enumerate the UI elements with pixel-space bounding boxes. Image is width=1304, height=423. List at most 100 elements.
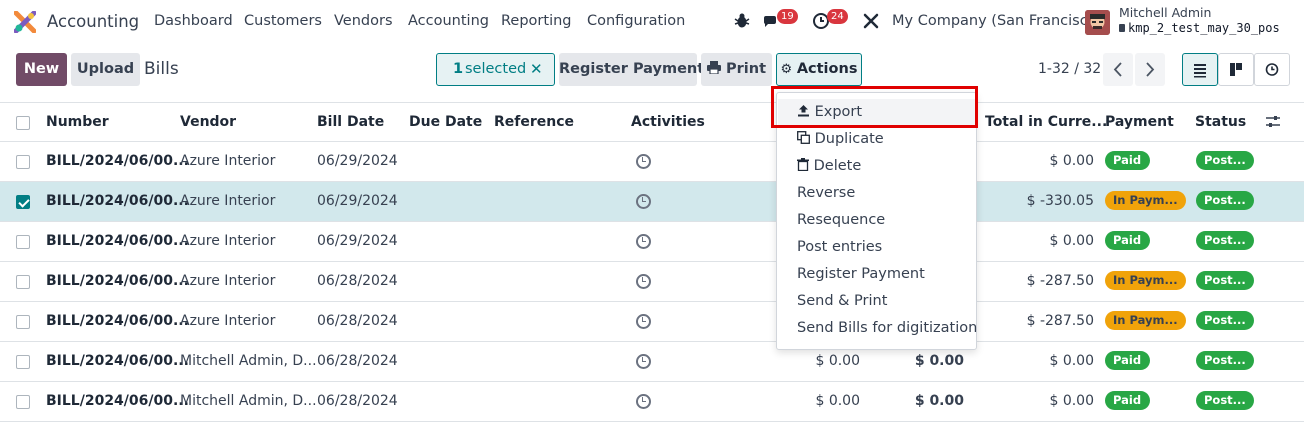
menu-vendors[interactable]: Vendors bbox=[334, 13, 393, 29]
new-button[interactable]: New bbox=[16, 53, 67, 86]
state-badge: Post... bbox=[1196, 271, 1254, 290]
clear-selection-icon[interactable]: ✕ bbox=[530, 54, 543, 85]
activity-clock-icon[interactable] bbox=[636, 194, 651, 209]
debug-bug-icon[interactable] bbox=[733, 12, 751, 30]
header-status[interactable]: Status bbox=[1195, 114, 1246, 130]
cell-vendor: Azure Interior bbox=[180, 273, 276, 289]
user-name[interactable]: Mitchell Admin bbox=[1119, 5, 1211, 20]
header-due-date[interactable]: Due Date bbox=[409, 114, 482, 130]
menu-dashboard[interactable]: Dashboard bbox=[154, 13, 233, 29]
row-checkbox[interactable] bbox=[16, 275, 30, 289]
action-duplicate[interactable]: Duplicate bbox=[797, 131, 884, 147]
selection-chip: 1 selected ✕ bbox=[436, 53, 555, 86]
table-row[interactable]: BILL/2024/06/00... Mitchell Admin, D... 06… bbox=[0, 342, 1304, 382]
activity-clock-icon[interactable] bbox=[636, 354, 651, 369]
printer-icon bbox=[706, 61, 721, 75]
upload-button[interactable]: Upload bbox=[71, 53, 140, 86]
menu-accounting[interactable]: Accounting bbox=[408, 13, 489, 29]
gear-icon: ⚙ bbox=[780, 62, 793, 77]
header-bill-date[interactable]: Bill Date bbox=[317, 114, 384, 130]
actions-button[interactable]: ⚙ Actions bbox=[776, 53, 862, 86]
cell-total-currency: $ 0.00 bbox=[1049, 353, 1094, 369]
select-all-checkbox[interactable] bbox=[16, 116, 30, 130]
pager-next-button[interactable] bbox=[1135, 53, 1165, 86]
cell-bill-date: 06/29/2024 bbox=[317, 193, 398, 209]
payment-status-badge: In Paym... bbox=[1105, 191, 1186, 210]
menu-customers[interactable]: Customers bbox=[244, 13, 322, 29]
selected-count: 1 bbox=[453, 61, 464, 77]
table-row[interactable]: BILL/2024/06/00... Azure Interior 06/28/20… bbox=[0, 262, 1304, 302]
header-activities[interactable]: Activities bbox=[631, 114, 705, 130]
activity-clock-icon[interactable] bbox=[636, 394, 651, 409]
activities-badge: 24 bbox=[827, 9, 848, 24]
row-checkbox[interactable] bbox=[16, 315, 30, 329]
row-checkbox[interactable] bbox=[16, 235, 30, 249]
row-checkbox[interactable] bbox=[16, 395, 30, 409]
row-checkbox[interactable] bbox=[16, 195, 30, 209]
activity-view-button[interactable] bbox=[1254, 53, 1290, 86]
header-number[interactable]: Number bbox=[46, 114, 109, 130]
cell-number: BILL/2024/06/00... bbox=[46, 153, 189, 169]
table-row[interactable]: BILL/2024/06/00... Azure Interior 06/29/20… bbox=[0, 142, 1304, 182]
payment-status-badge: Paid bbox=[1105, 391, 1150, 410]
row-checkbox[interactable] bbox=[16, 155, 30, 169]
cell-total-currency: $ 0.00 bbox=[1049, 233, 1094, 249]
chevron-right-icon bbox=[1146, 62, 1155, 77]
pager-value[interactable]: 1-32 / 32 bbox=[1038, 61, 1101, 77]
pager-previous-button[interactable] bbox=[1103, 53, 1133, 86]
cell-number: BILL/2024/06/00... bbox=[46, 353, 189, 369]
action-delete[interactable]: Delete bbox=[797, 158, 861, 174]
cell-vendor: Azure Interior bbox=[180, 313, 276, 329]
menu-reporting[interactable]: Reporting bbox=[501, 13, 572, 29]
kanban-view-button[interactable] bbox=[1218, 53, 1254, 86]
cell-total-currency: $ 0.00 bbox=[1049, 153, 1094, 169]
company-switcher[interactable]: My Company (San Francisco) bbox=[892, 13, 1102, 29]
activity-clock-icon[interactable] bbox=[636, 274, 651, 289]
payment-status-badge: In Paym... bbox=[1105, 271, 1186, 290]
row-checkbox[interactable] bbox=[16, 355, 30, 369]
list-header: Number Vendor Bill Date Due Date Referen… bbox=[0, 102, 1304, 142]
activity-clock-icon[interactable] bbox=[636, 314, 651, 329]
action-register-payment[interactable]: Register Payment bbox=[797, 266, 925, 282]
activity-clock-icon[interactable] bbox=[636, 234, 651, 249]
cell-number: BILL/2024/06/00... bbox=[46, 193, 189, 209]
top-navbar: Accounting Dashboard Customers Vendors A… bbox=[0, 0, 1304, 44]
action-post-entries[interactable]: Post entries bbox=[797, 239, 882, 255]
table-row[interactable]: BILL/2024/06/00... Azure Interior 06/29/20… bbox=[0, 182, 1304, 222]
activity-clock-icon[interactable] bbox=[636, 154, 651, 169]
column-settings-icon[interactable] bbox=[1265, 115, 1281, 129]
list-view-button[interactable] bbox=[1182, 53, 1218, 86]
header-payment[interactable]: Payment bbox=[1105, 114, 1174, 130]
cell-bill-date: 06/28/2024 bbox=[317, 393, 398, 409]
cell-vendor: Mitchell Admin, D... bbox=[180, 353, 317, 369]
print-button[interactable]: Print bbox=[701, 53, 772, 86]
state-badge: Post... bbox=[1196, 391, 1254, 410]
table-row[interactable]: BILL/2024/06/00... Azure Interior 06/28/20… bbox=[0, 302, 1304, 342]
action-send-print[interactable]: Send & Print bbox=[797, 293, 887, 309]
cell-bill-date: 06/29/2024 bbox=[317, 233, 398, 249]
register-payment-button[interactable]: Register Payment bbox=[559, 53, 704, 86]
action-resequence[interactable]: Resequence bbox=[797, 212, 885, 228]
action-send-bills-digitization[interactable]: Send Bills for digitization bbox=[797, 320, 977, 336]
accounting-app-icon[interactable] bbox=[14, 11, 36, 33]
header-reference[interactable]: Reference bbox=[494, 114, 574, 130]
messages-badge: 19 bbox=[777, 9, 798, 24]
kanban-view-icon bbox=[1230, 63, 1242, 76]
menu-configuration[interactable]: Configuration bbox=[587, 13, 685, 29]
table-row[interactable]: BILL/2024/06/00... Azure Interior 06/29/20… bbox=[0, 222, 1304, 262]
user-avatar[interactable] bbox=[1085, 10, 1110, 35]
action-reverse[interactable]: Reverse bbox=[797, 185, 855, 201]
action-delete-label: Delete bbox=[813, 158, 862, 174]
action-duplicate-label: Duplicate bbox=[814, 131, 884, 147]
cell-number: BILL/2024/06/00... bbox=[46, 393, 189, 409]
header-total-currency[interactable]: Total in Curre... bbox=[985, 114, 1107, 130]
table-row[interactable]: BILL/2024/06/00... Mitchell Admin, D... 06… bbox=[0, 382, 1304, 422]
app-name[interactable]: Accounting bbox=[47, 12, 139, 31]
tools-icon[interactable] bbox=[862, 12, 880, 30]
breadcrumb-title: Bills bbox=[144, 59, 179, 79]
trash-icon bbox=[797, 158, 809, 172]
cell-vendor: Azure Interior bbox=[180, 153, 276, 169]
cell-total-currency: $ -287.50 bbox=[1026, 313, 1094, 329]
header-vendor[interactable]: Vendor bbox=[180, 114, 236, 130]
list-view-icon bbox=[1194, 64, 1206, 78]
